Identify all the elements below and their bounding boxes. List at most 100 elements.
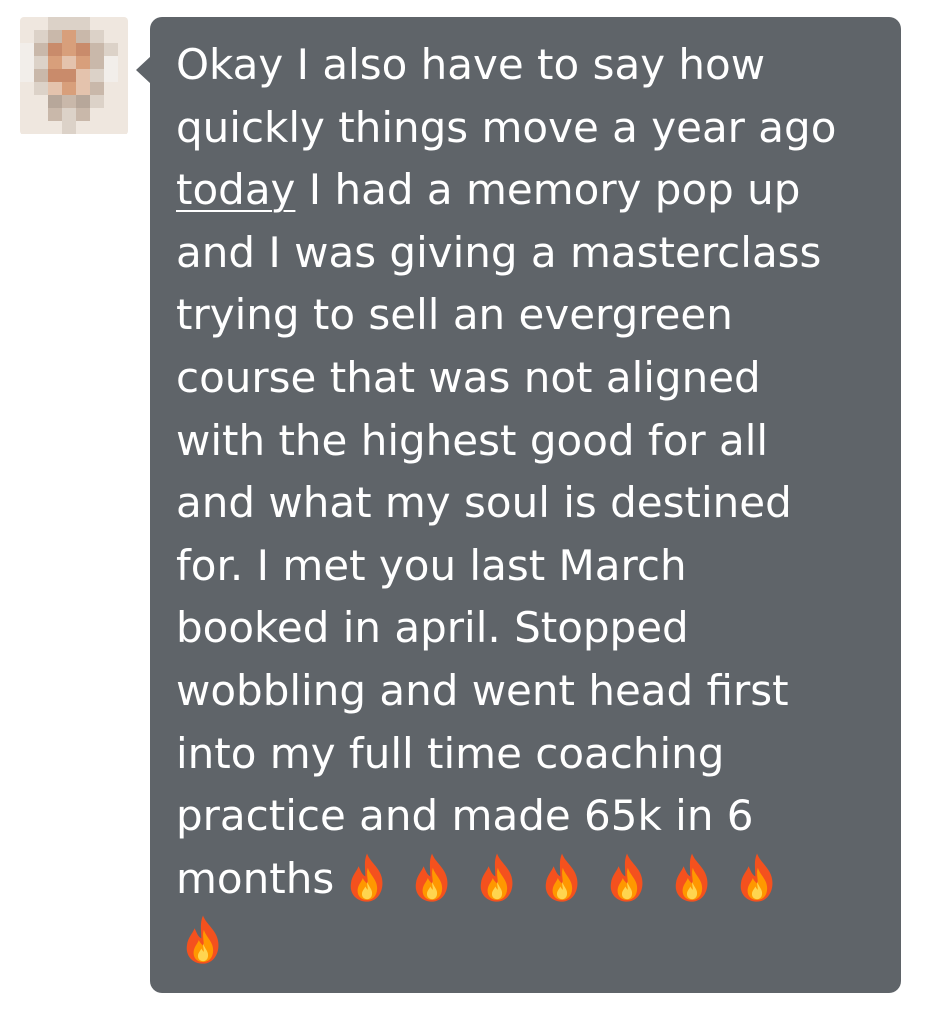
- avatar-pixel: [90, 56, 104, 69]
- avatar-pixel: [20, 108, 34, 121]
- fire-emoji-icon: [176, 913, 230, 967]
- avatar-pixel: [62, 17, 76, 30]
- avatar-pixel: [76, 108, 90, 121]
- avatar-pixel: [20, 82, 34, 95]
- message-line-3: today I had a memory pop up: [176, 159, 888, 222]
- avatar-pixel: [90, 43, 104, 56]
- avatar-pixel: [118, 30, 128, 43]
- fire-emoji-icon: [405, 851, 459, 905]
- message-line-4: and I was giving a masterclass: [176, 227, 822, 277]
- message-bubble-tail: [136, 56, 151, 84]
- avatar-pixel: [62, 95, 76, 108]
- avatar-pixel: [90, 69, 104, 82]
- avatar-pixel: [76, 43, 90, 56]
- fire-emoji-icon: [340, 851, 394, 905]
- avatar-pixel: [118, 108, 128, 121]
- avatar-pixel: [90, 82, 104, 95]
- avatar-pixel: [90, 17, 104, 30]
- avatar-pixel: [76, 17, 90, 30]
- avatar-pixel: [20, 69, 34, 82]
- avatar-pixel: [118, 121, 128, 134]
- message-line-6: course that was not aligned: [176, 352, 761, 402]
- avatar-pixel: [62, 56, 76, 69]
- avatar-pixel: [48, 82, 62, 95]
- message-line-1: Okay I also have to say how: [176, 40, 766, 89]
- message-line-14: months: [176, 848, 888, 911]
- avatar-pixel: [20, 121, 34, 134]
- message-text: Okay I also have to say how quickly thin…: [176, 34, 888, 973]
- message-line-14-text: months: [176, 853, 335, 903]
- message-line-8: and what my soul is destined: [176, 478, 792, 528]
- avatar-pixel: [62, 82, 76, 95]
- avatar-pixel: [104, 121, 118, 134]
- avatar-pixel: [90, 121, 104, 134]
- avatar-pixel: [34, 30, 48, 43]
- fire-emoji-icon: [535, 851, 589, 905]
- avatar-pixel: [48, 43, 62, 56]
- avatar-pixel: [34, 56, 48, 69]
- message-line-13: practice and made 65k in 6: [176, 791, 754, 841]
- fire-emoji-row: [340, 848, 795, 911]
- message-line-9: for. I met you last March: [176, 540, 687, 590]
- avatar-pixel: [20, 95, 34, 108]
- avatar-pixel: [90, 30, 104, 43]
- avatar-pixel: [48, 17, 62, 30]
- fire-emoji-icon: [470, 851, 524, 905]
- avatar-pixel: [118, 82, 128, 95]
- avatar-pixel: [118, 95, 128, 108]
- avatar-pixel: [104, 30, 118, 43]
- avatar-pixel: [34, 43, 48, 56]
- avatar-pixel: [34, 95, 48, 108]
- avatar-pixel: [48, 30, 62, 43]
- avatar-pixel: [76, 121, 90, 134]
- avatar-pixel: [20, 56, 34, 69]
- avatar-pixel: [104, 82, 118, 95]
- message-line-3-text: I had a memory pop up: [308, 165, 801, 215]
- avatar-pixel: [104, 56, 118, 69]
- pixelated-profile-avatar-icon[interactable]: [20, 17, 128, 135]
- avatar-pixel: [62, 69, 76, 82]
- avatar-pixel: [104, 95, 118, 108]
- avatar-pixel: [104, 108, 118, 121]
- fire-emoji-icon: [665, 851, 719, 905]
- avatar-pixel: [34, 108, 48, 121]
- avatar-pixel: [20, 30, 34, 43]
- avatar-pixel: [104, 69, 118, 82]
- avatar-pixel: [20, 43, 34, 56]
- avatar-pixel: [48, 56, 62, 69]
- message-line-12: into my full time coaching: [176, 728, 725, 778]
- avatar-pixel: [118, 69, 128, 82]
- message-line-7: with the highest good for all: [176, 415, 769, 465]
- avatar-pixel: [62, 43, 76, 56]
- avatar-pixel: [90, 108, 104, 121]
- avatar-pixel: [90, 95, 104, 108]
- avatar-pixel: [34, 17, 48, 30]
- avatar-pixel: [34, 121, 48, 134]
- avatar-pixel: [48, 108, 62, 121]
- message-line-15: [176, 910, 888, 973]
- avatar-pixel: [76, 82, 90, 95]
- avatar-pixel: [48, 121, 62, 134]
- avatar-pixel: [76, 30, 90, 43]
- avatar-pixel: [20, 17, 34, 30]
- message-line-11: wobbling and went head first: [176, 665, 789, 715]
- avatar-pixel: [76, 56, 90, 69]
- avatar-pixel: [76, 69, 90, 82]
- avatar-pixel: [118, 43, 128, 56]
- avatar-pixel: [104, 17, 118, 30]
- avatar-pixel: [34, 69, 48, 82]
- avatar-pixel: [34, 82, 48, 95]
- avatar-pixel: [104, 43, 118, 56]
- message-line-5: trying to sell an evergreen: [176, 290, 733, 340]
- today-link[interactable]: today: [176, 165, 295, 214]
- fire-emoji-row: [176, 910, 241, 973]
- avatar-pixel: [62, 121, 76, 134]
- avatar-pixel: [62, 30, 76, 43]
- fire-emoji-icon: [730, 851, 784, 905]
- message-line-10: booked in april. Stopped: [176, 603, 689, 653]
- avatar-pixel: [62, 108, 76, 121]
- avatar-pixel: [48, 95, 62, 108]
- message-line-2: quickly things move a year ago: [176, 102, 837, 152]
- fire-emoji-icon: [600, 851, 654, 905]
- avatar-pixel: [118, 56, 128, 69]
